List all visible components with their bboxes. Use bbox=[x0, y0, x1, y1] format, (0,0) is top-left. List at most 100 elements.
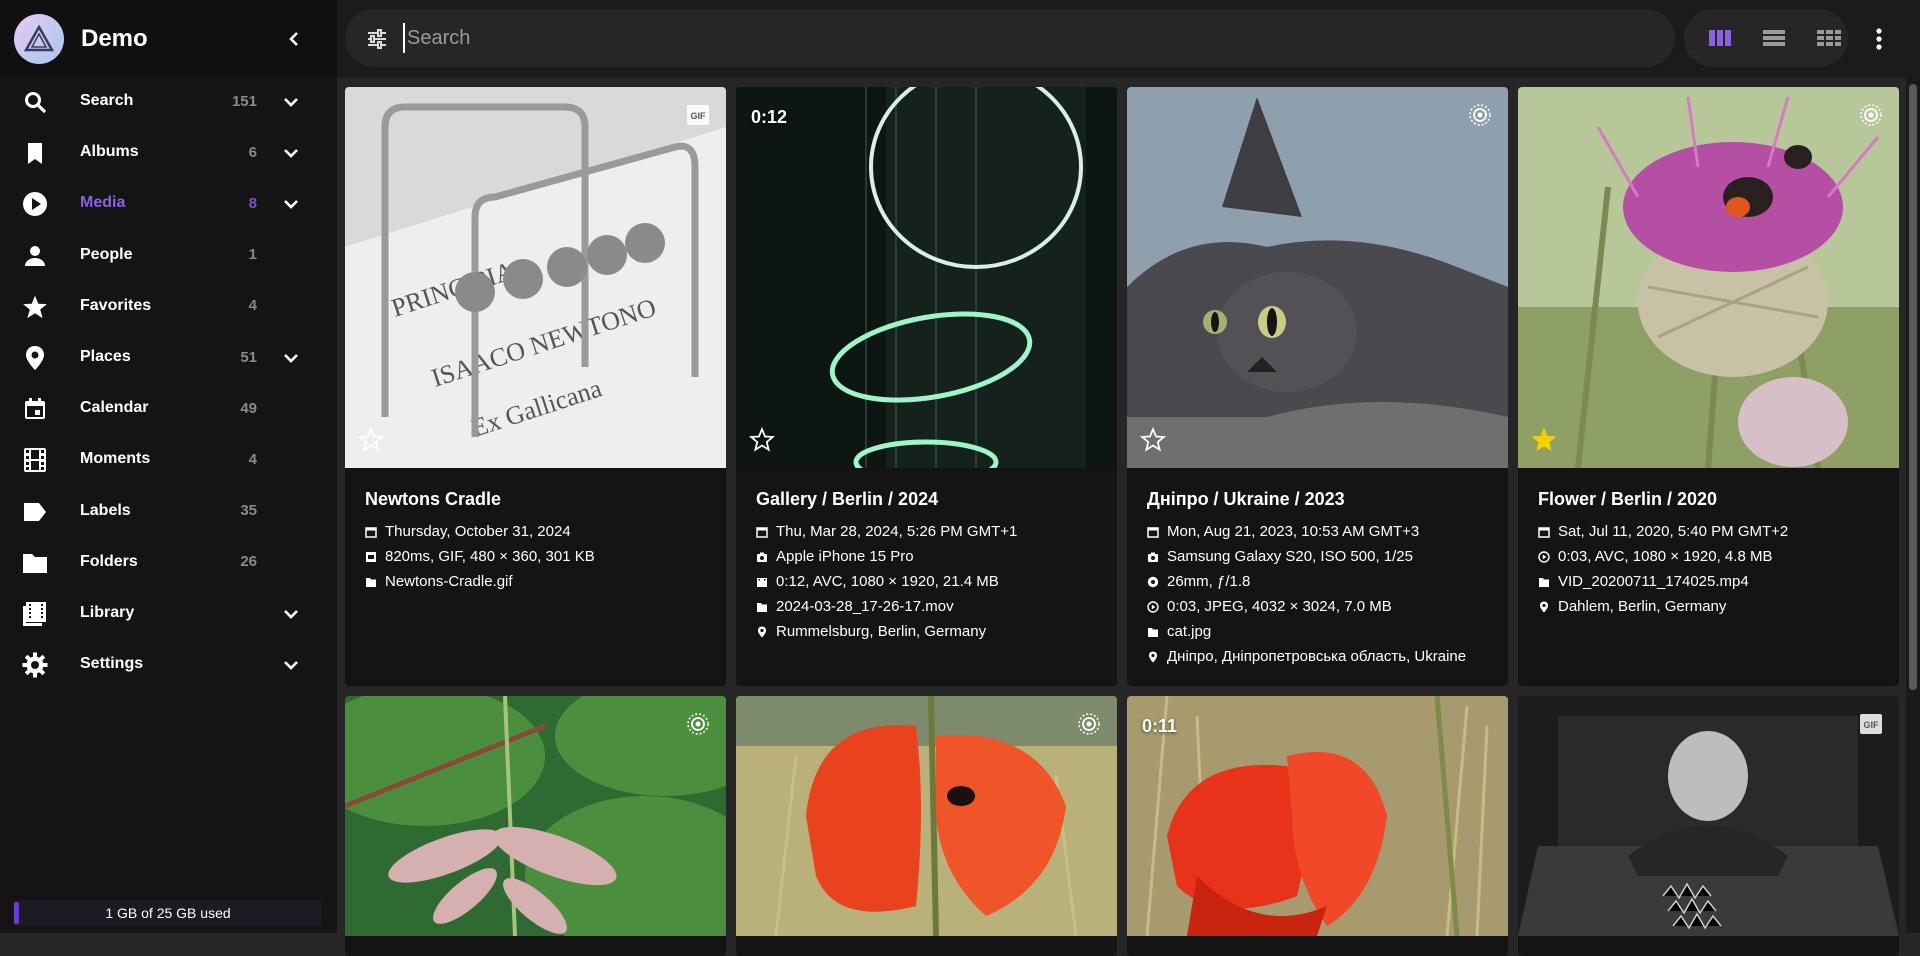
chevron-down-icon[interactable] bbox=[279, 347, 303, 369]
sidebar-item-settings[interactable]: Settings bbox=[0, 633, 337, 695]
person-icon bbox=[22, 243, 48, 269]
media-title[interactable]: Flower / Berlin / 2020 bbox=[1538, 489, 1717, 510]
media-thumbnail[interactable]: 0:11 bbox=[1127, 696, 1508, 956]
media-meta-text: Samsung Galaxy S20, ISO 500, 1/25 bbox=[1167, 548, 1413, 565]
aperture-icon bbox=[1147, 576, 1159, 588]
file-icon bbox=[756, 601, 768, 613]
media-card[interactable]: Flower / Berlin / 2020 Sat, Jul 11, 2020,… bbox=[1518, 87, 1899, 686]
media-card[interactable]: 0:11 bbox=[1127, 696, 1508, 956]
collapse-sidebar-button[interactable] bbox=[280, 25, 308, 53]
media-card[interactable] bbox=[736, 696, 1117, 956]
cards-view-button[interactable] bbox=[1707, 26, 1733, 50]
video-duration-label: 0:11 bbox=[1142, 716, 1178, 736]
media-title[interactable]: Newtons Cradle bbox=[365, 489, 501, 510]
media-card[interactable] bbox=[345, 696, 726, 956]
video-duration-label: 0:12 bbox=[751, 107, 788, 127]
media-meta-text: VID_20200711_174025.mp4 bbox=[1558, 573, 1749, 590]
live-photo-icon bbox=[1077, 712, 1101, 736]
media-meta-row: VID_20200711_174025.mp4 bbox=[1538, 573, 1749, 590]
location-pin-icon bbox=[1538, 601, 1550, 613]
storage-usage[interactable]: 1 GB of 25 GB used bbox=[14, 900, 322, 926]
list-view-icon bbox=[1763, 30, 1785, 46]
bookmark-icon bbox=[22, 140, 48, 166]
sidebar-item-label: Library bbox=[80, 604, 135, 621]
gif-icon bbox=[365, 551, 377, 563]
media-thumbnail[interactable]: PRINCIPIA ISAACO NEWTONO Ex Gallicana GIF bbox=[345, 87, 726, 468]
calendar-icon bbox=[1147, 526, 1159, 538]
sidebar-item-count: 6 bbox=[248, 143, 257, 161]
sidebar-item-label: Media bbox=[80, 194, 126, 212]
more-menu-button[interactable] bbox=[1874, 24, 1884, 54]
media-title[interactable]: Gallery / Berlin / 2024 bbox=[756, 489, 938, 510]
sidebar-item-count: 4 bbox=[248, 450, 257, 468]
app-logo[interactable] bbox=[14, 14, 64, 64]
media-meta-text: Дніпро, Дніпропетровська область, Ukrain… bbox=[1167, 648, 1467, 665]
search-input[interactable] bbox=[403, 23, 1603, 53]
media-thumbnail[interactable] bbox=[345, 696, 726, 956]
media-thumbnail[interactable] bbox=[1127, 87, 1508, 468]
film-icon bbox=[22, 447, 48, 473]
live-photo-icon bbox=[686, 712, 710, 736]
media-meta-text: Apple iPhone 15 Pro bbox=[776, 548, 914, 565]
sidebar-item-label: Moments bbox=[80, 450, 151, 468]
media-thumbnail[interactable] bbox=[1518, 87, 1899, 468]
sidebar-item-label: People bbox=[80, 245, 133, 263]
chevron-down-icon[interactable] bbox=[279, 654, 303, 676]
video-icon bbox=[756, 576, 768, 588]
live-photo-icon bbox=[1468, 103, 1492, 127]
favorite-star-icon[interactable] bbox=[1139, 426, 1167, 453]
filter-settings-icon[interactable] bbox=[365, 27, 389, 51]
media-meta-row: Apple iPhone 15 Pro bbox=[756, 548, 914, 565]
location-pin-icon bbox=[756, 626, 768, 638]
media-card[interactable]: Дніпро / Ukraine / 2023 Mon, Aug 21, 2023… bbox=[1127, 87, 1508, 686]
media-meta-row: Newtons-Cradle.gif bbox=[365, 573, 513, 590]
favorite-star-icon[interactable] bbox=[357, 426, 385, 453]
cards-view-icon bbox=[1709, 30, 1731, 46]
media-meta-text: 2024-03-28_17-26-17.mov bbox=[776, 598, 954, 615]
media-thumbnail[interactable] bbox=[736, 696, 1117, 956]
sidebar-item-count: 151 bbox=[231, 92, 257, 110]
camera-icon bbox=[1147, 551, 1159, 563]
sidebar-item-count: 51 bbox=[240, 348, 257, 366]
media-meta-row: 0:03, JPEG, 4032 × 3024, 7.0 MB bbox=[1147, 598, 1392, 615]
media-card[interactable]: PRINCIPIA ISAACO NEWTONO Ex Gallicana GIF Ne… bbox=[345, 87, 726, 686]
sidebar: Demo Search 151 Albums 6 Media 8 People 1 Favori… bbox=[0, 0, 337, 933]
media-title[interactable]: Дніпро / Ukraine / 2023 bbox=[1147, 489, 1345, 510]
media-meta-text: 26mm, ƒ/1.8 bbox=[1167, 573, 1251, 590]
list-view-button[interactable] bbox=[1761, 26, 1787, 50]
gear-icon bbox=[22, 652, 48, 678]
media-meta-text: 0:03, AVC, 1080 × 1920, 4.8 MB bbox=[1558, 548, 1773, 565]
chevron-left-icon bbox=[289, 32, 298, 46]
chevron-down-icon[interactable] bbox=[279, 603, 303, 625]
scrollbar-thumb[interactable] bbox=[1909, 84, 1917, 690]
file-icon bbox=[365, 576, 377, 588]
camera-icon bbox=[756, 551, 768, 563]
media-meta-row: Thursday, October 31, 2024 bbox=[365, 523, 571, 540]
chevron-down-icon[interactable] bbox=[279, 142, 303, 164]
sidebar-item-count: 8 bbox=[248, 194, 257, 212]
scrollbar[interactable] bbox=[1906, 78, 1920, 933]
media-thumbnail[interactable]: GIF bbox=[1518, 696, 1899, 956]
sidebar-item-count: 1 bbox=[248, 246, 257, 264]
favorite-star-icon[interactable] bbox=[748, 426, 776, 453]
label-tag-icon bbox=[22, 499, 48, 525]
favorite-star-filled-icon[interactable] bbox=[1531, 427, 1557, 453]
media-meta-row: Thu, Mar 28, 2024, 5:26 PM GMT+1 bbox=[756, 523, 1017, 540]
media-thumbnail[interactable]: 0:12 bbox=[736, 87, 1117, 468]
media-meta-text: Rummelsburg, Berlin, Germany bbox=[776, 623, 987, 640]
calendar-icon bbox=[756, 526, 768, 538]
media-meta-text: Mon, Aug 21, 2023, 10:53 AM GMT+3 bbox=[1167, 523, 1420, 540]
app-name: Demo bbox=[81, 25, 148, 52]
sidebar-item-count: 35 bbox=[240, 502, 257, 520]
mosaic-view-button[interactable] bbox=[1816, 26, 1842, 50]
media-card[interactable]: GIF bbox=[1518, 696, 1899, 956]
chevron-down-icon[interactable] bbox=[279, 193, 303, 215]
media-card[interactable]: 0:12 Gallery / Berlin / 2024 Thu, Mar 28, … bbox=[736, 87, 1117, 686]
media-meta-row: Mon, Aug 21, 2023, 10:53 AM GMT+3 bbox=[1147, 523, 1419, 540]
folder-icon bbox=[22, 550, 48, 576]
chevron-down-icon[interactable] bbox=[279, 91, 303, 113]
file-icon bbox=[1147, 626, 1159, 638]
media-meta-row: 0:12, AVC, 1080 × 1920, 21.4 MB bbox=[756, 573, 999, 590]
sidebar-item-label: Albums bbox=[80, 143, 139, 161]
sidebar-item-label: Search bbox=[80, 92, 134, 109]
